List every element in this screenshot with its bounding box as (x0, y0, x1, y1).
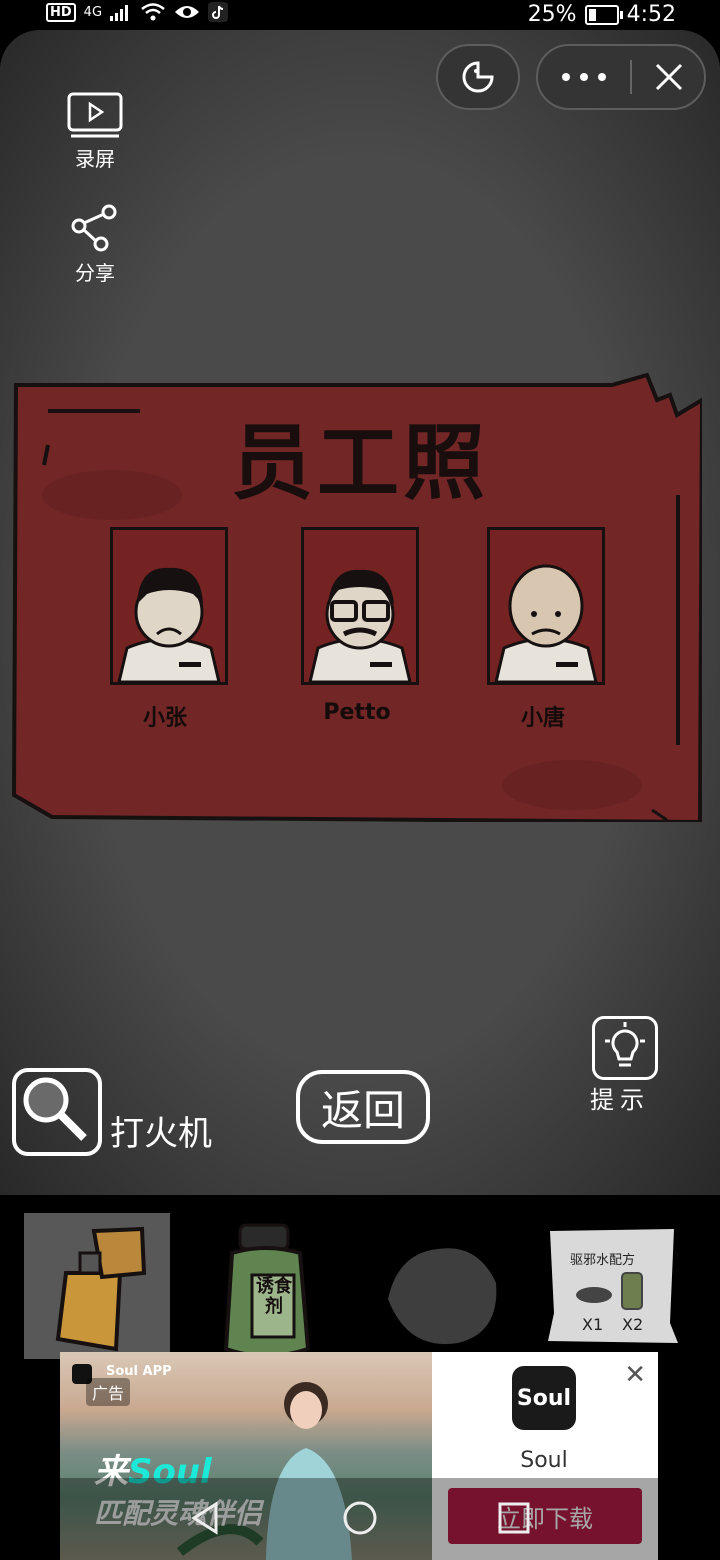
recipe-x1: X1 (582, 1315, 604, 1334)
inventory-bar: 诱食剂 驱邪水配方 X1 X2 (0, 1195, 720, 1360)
lighter-icon (55, 1226, 147, 1352)
portrait-bald-icon (494, 564, 598, 682)
magnifier-icon (23, 1077, 87, 1141)
recents-icon[interactable] (494, 1498, 534, 1538)
staff-name-1: 小张 (142, 706, 187, 731)
recipe-x2: X2 (622, 1315, 644, 1334)
back-icon[interactable] (186, 1498, 226, 1538)
staff-photo-3[interactable] (487, 527, 605, 685)
rock-icon (388, 1248, 497, 1345)
record-label: 录屏 (75, 147, 115, 171)
close-icon[interactable] (652, 60, 686, 94)
inventory-slot-potion[interactable]: 诱食剂 (196, 1213, 342, 1359)
inventory-slot-lighter[interactable] (24, 1213, 170, 1359)
soul-logo[interactable]: Soul (512, 1366, 576, 1430)
lightbulb-icon (605, 1022, 645, 1067)
inventory-slot-recipe[interactable]: 驱邪水配方 X1 X2 (544, 1213, 690, 1359)
recipe-title: 驱邪水配方 (570, 1253, 636, 1268)
staff-photo-2[interactable] (301, 527, 419, 685)
wifi-icon (141, 3, 165, 21)
return-button[interactable]: 返回 (296, 1070, 430, 1144)
game-center-button[interactable] (436, 44, 520, 110)
network-type: 4G (83, 4, 103, 20)
portrait-glasses-icon (308, 569, 412, 682)
pacman-icon (462, 61, 494, 93)
more-icon[interactable] (556, 67, 616, 87)
potion-label: 诱食剂 (256, 1276, 292, 1317)
share-icon (71, 204, 117, 252)
navigation-bar (0, 1478, 720, 1560)
soul-logo-text: Soul (516, 1385, 572, 1411)
status-bar: HD 4G 25% 4:52 (0, 0, 720, 30)
share-label: 分享 (75, 261, 115, 285)
hd-badge: HD (46, 2, 76, 22)
capsule-divider (630, 60, 632, 94)
battery-percent: 25% (527, 2, 577, 27)
inventory-slot-rock[interactable] (368, 1213, 514, 1359)
return-label: 返回 (320, 1085, 405, 1135)
card-title: 员工照 (230, 416, 489, 511)
signal-icon (110, 5, 129, 21)
record-button[interactable]: 录屏 (60, 92, 130, 172)
ad-close-icon[interactable]: ✕ (624, 1360, 646, 1390)
play-screen-icon (67, 92, 123, 138)
magnifier-button[interactable] (12, 1068, 102, 1156)
battery-icon (584, 4, 623, 25)
recipe-paper-icon (548, 1229, 678, 1343)
staff-photo-1[interactable] (110, 527, 228, 685)
hint-button[interactable] (592, 1016, 658, 1080)
share-button[interactable]: 分享 (60, 204, 130, 286)
portrait-icon (117, 567, 221, 682)
eye-icon (175, 6, 200, 18)
clock: 4:52 (626, 2, 676, 27)
selected-item-label: 打火机 (110, 1114, 212, 1154)
menu-capsule (536, 44, 706, 110)
tiktok-icon (208, 2, 229, 22)
staff-name-3: 小唐 (520, 706, 565, 731)
home-icon[interactable] (340, 1498, 380, 1538)
staff-name-2: Petto (323, 700, 391, 725)
hint-label: 提示 (590, 1086, 650, 1114)
ad-app-name: Soul (520, 1448, 568, 1473)
